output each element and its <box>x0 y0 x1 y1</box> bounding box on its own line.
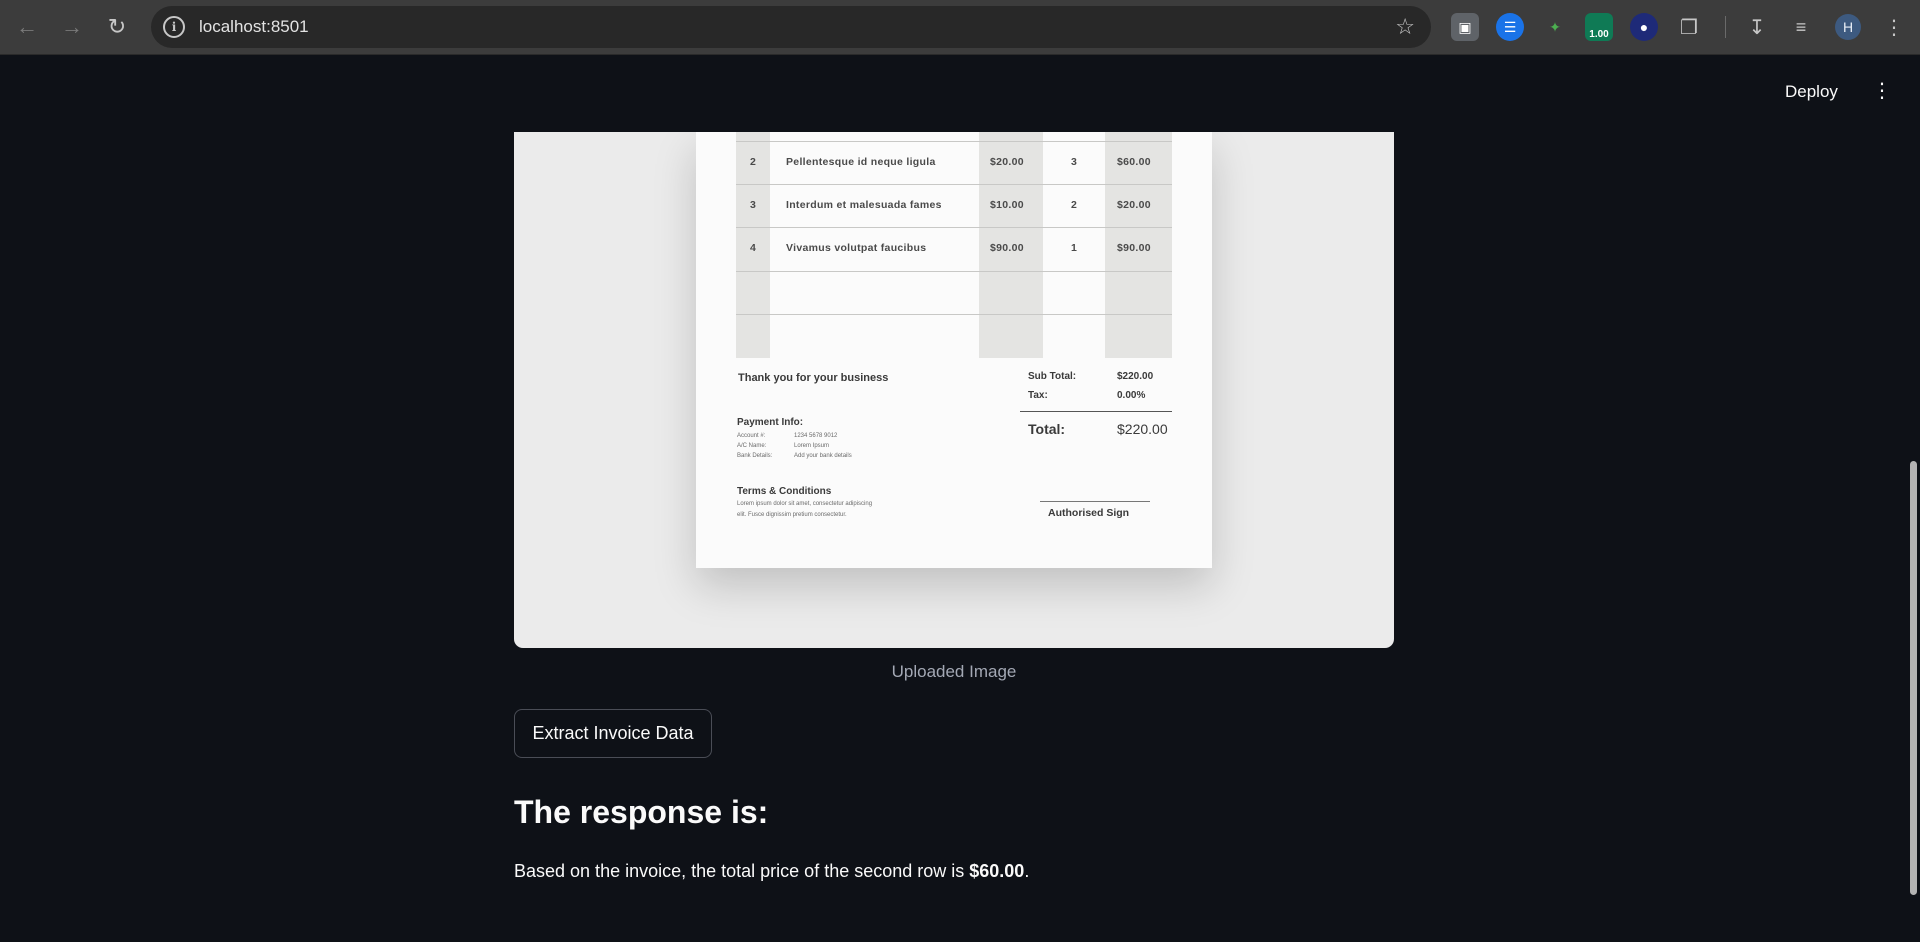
table-row-divider <box>736 314 1172 315</box>
scrollbar-thumb[interactable] <box>1910 461 1917 895</box>
response-text-suffix: . <box>1024 861 1030 881</box>
payment-info-title: Payment Info: <box>737 417 804 428</box>
table-cell-total: $90.00 <box>1117 242 1151 254</box>
table-cell-description: Vivamus volutpat faucibus <box>786 242 927 254</box>
authorised-sign-label: Authorised Sign <box>1048 507 1130 519</box>
table-cell-no: 3 <box>750 199 757 211</box>
table-cell-total: $20.00 <box>1117 199 1151 211</box>
invoice-document: 2 Pellentesque id neque ligula $20.00 3 … <box>696 132 1212 568</box>
table-cell-description: Pellentesque id neque ligula <box>786 156 936 168</box>
back-icon[interactable]: ← <box>10 10 44 44</box>
response-text-prefix: Based on the invoice, the total price of… <box>514 861 970 881</box>
table-cell-total: $60.00 <box>1117 156 1151 168</box>
deploy-button[interactable]: Deploy <box>1785 82 1838 102</box>
extension-bug-icon[interactable]: ✦ <box>1541 13 1569 41</box>
tab-group-icon[interactable]: ▣ <box>1451 13 1479 41</box>
bookmark-star-icon[interactable]: ☆ <box>1395 14 1415 40</box>
invoice-thanks: Thank you for your business <box>738 372 889 384</box>
table-cell-qty: 2 <box>1071 199 1078 211</box>
toolbar-divider <box>1725 16 1726 38</box>
forward-icon[interactable]: → <box>55 10 89 44</box>
payment-line-value: Lorem Ipsum <box>794 443 830 449</box>
app-menu-icon[interactable]: ⋮ <box>1872 81 1892 101</box>
signature-line <box>1040 501 1150 502</box>
site-info-icon[interactable]: i <box>163 16 185 38</box>
payment-line-value: 1234 5678 9012 <box>794 433 838 439</box>
table-cell-no: 4 <box>750 242 757 254</box>
table-row-divider <box>736 227 1172 228</box>
table-cell-qty: 1 <box>1071 242 1078 254</box>
media-control-icon[interactable]: ≡ <box>1787 13 1815 41</box>
subtotal-label: Sub Total: <box>1028 371 1077 382</box>
table-cell-price: $90.00 <box>990 242 1024 254</box>
url-text[interactable]: localhost:8501 <box>199 17 309 37</box>
response-answer: $60.00 <box>969 861 1025 881</box>
response-heading: The response is: <box>514 794 769 830</box>
extension-badge-icon[interactable]: 1.00 <box>1585 13 1613 41</box>
extract-invoice-button[interactable]: Extract Invoice Data <box>514 709 712 758</box>
uploaded-image: 2 Pellentesque id neque ligula $20.00 3 … <box>514 132 1394 648</box>
table-cell-price: $20.00 <box>990 156 1024 168</box>
reload-icon[interactable]: ↻ <box>100 10 134 44</box>
terms-text: elit. Fusce dignissim pretium consectetu… <box>737 512 847 518</box>
response-text: Based on the invoice, the total price of… <box>514 861 1029 882</box>
invoice-items-table: 2 Pellentesque id neque ligula $20.00 3 … <box>736 132 1172 358</box>
payment-line-value: Add your bank details <box>794 453 852 459</box>
tax-label: Tax: <box>1028 390 1048 401</box>
globe-extension-icon[interactable]: ● <box>1630 13 1658 41</box>
table-cell-price: $10.00 <box>990 199 1024 211</box>
terms-title: Terms & Conditions <box>737 486 832 497</box>
table-cell-no: 2 <box>750 156 757 168</box>
image-caption: Uploaded Image <box>891 662 1017 681</box>
table-row-divider <box>736 184 1172 185</box>
browser-toolbar: ← → ↻ i localhost:8501 ☆ ▣ ☰ ✦ 1.00 ● ❐ … <box>0 0 1920 55</box>
browser-menu-icon[interactable]: ⋮ <box>1880 13 1908 41</box>
payment-line-label: Bank Details: <box>737 453 773 459</box>
extensions-puzzle-icon[interactable]: ❐ <box>1675 13 1703 41</box>
tax-value: 0.00% <box>1117 390 1146 401</box>
table-cell-description: Interdum et malesuada fames <box>786 199 942 211</box>
docs-extension-icon[interactable]: ☰ <box>1496 13 1524 41</box>
subtotal-value: $220.00 <box>1117 371 1154 382</box>
total-divider <box>1020 411 1172 412</box>
download-icon[interactable]: ↧ <box>1743 13 1771 41</box>
table-row-divider <box>736 141 1172 142</box>
address-bar[interactable]: i localhost:8501 ☆ <box>151 6 1431 48</box>
payment-line-label: A/C Name: <box>737 443 767 449</box>
profile-avatar[interactable]: H <box>1835 14 1861 40</box>
terms-text: Lorem ipsum dolor sit amet, consectetur … <box>737 501 873 507</box>
total-label: Total: <box>1028 421 1066 437</box>
total-value: $220.00 <box>1117 421 1168 437</box>
table-row-divider <box>736 271 1172 272</box>
payment-line-label: Account #: <box>737 433 766 439</box>
extension-badge-text: 1.00 <box>1589 29 1609 40</box>
table-cell-qty: 3 <box>1071 156 1078 168</box>
